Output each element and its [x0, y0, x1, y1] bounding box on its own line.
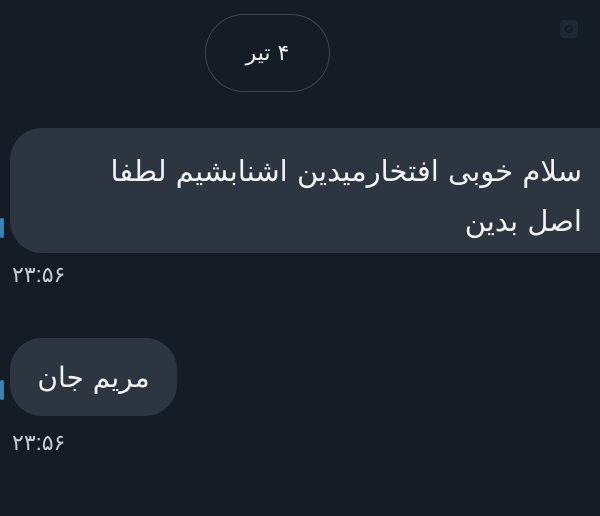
message-edge-indicator-2	[0, 380, 4, 400]
message-bubble-2[interactable]: مریم جان	[10, 338, 177, 416]
message-timestamp-2: ۲۳:۵۶	[12, 430, 66, 455]
message-bubble-1[interactable]: سلام خوبی افتخارمیدین اشنابشیم لطفا اصل …	[10, 128, 600, 253]
status-icon	[560, 20, 578, 38]
date-divider: ۴ تیر	[205, 14, 330, 92]
message-timestamp-1: ۲۳:۵۶	[12, 262, 66, 287]
message-edge-indicator-1	[0, 218, 4, 238]
